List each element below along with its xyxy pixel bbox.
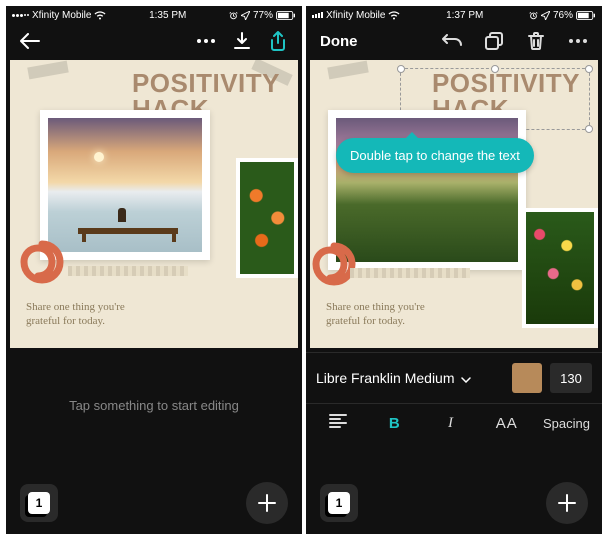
status-time: 1:35 PM [106,10,229,21]
more-button[interactable] [564,27,592,55]
headline-line1: POSITIVITY [132,70,280,96]
signal-bars-icon [312,12,323,18]
status-left: Xfinity Mobile [12,10,106,21]
resize-handle[interactable] [397,65,405,73]
text-color-swatch[interactable] [512,363,542,393]
status-time: 1:37 PM [400,10,529,21]
download-button[interactable] [228,27,256,55]
battery-icon [276,11,296,20]
carrier-label: Xfinity Mobile [32,10,91,21]
location-icon [241,11,250,20]
edit-tooltip: Double tap to change the text [336,138,534,173]
font-size-input[interactable]: 130 [550,363,592,393]
tape-decoration [327,61,368,80]
done-button[interactable]: Done [316,31,362,52]
editor-hint: Tap something to start editing [6,398,302,413]
back-button[interactable] [16,27,44,55]
wifi-icon [94,11,106,20]
torn-paper-decoration [68,266,188,276]
tape-decoration [27,61,68,80]
italic-button[interactable]: I [431,415,471,432]
canvas-area[interactable]: POSITIVITY HACK Share one thing you're g… [6,58,302,350]
app-bar [6,24,302,58]
location-icon [541,11,550,20]
design-canvas[interactable]: POSITIVITY HACK Double tap to change the… [310,60,598,348]
bottom-dock: 1 [306,482,602,524]
caption-line2: grateful for today. [326,314,425,328]
pages-button[interactable]: 1 [320,484,358,522]
phone-right: Xfinity Mobile 1:37 PM 76% Done [306,6,602,534]
export-button[interactable] [264,27,292,55]
add-button[interactable] [246,482,288,524]
bottom-dock: 1 [6,482,302,524]
caption-line1: Share one thing you're [326,300,425,314]
flower-photo[interactable] [236,158,298,278]
phone-left: Xfinity Mobile 1:35 PM 77% [6,6,302,534]
battery-percent: 76% [553,10,573,21]
status-left: Xfinity Mobile [312,10,400,21]
canvas-area[interactable]: POSITIVITY HACK Double tap to change the… [306,58,602,350]
alarm-icon [229,11,238,20]
font-name-label: Libre Franklin Medium [316,370,455,386]
resize-handle[interactable] [585,125,593,133]
font-controls: Libre Franklin Medium 130 [306,352,602,404]
chevron-down-icon [461,370,471,386]
design-canvas[interactable]: POSITIVITY HACK Share one thing you're g… [10,60,298,348]
font-picker[interactable]: Libre Franklin Medium [316,370,504,386]
caption-text[interactable]: Share one thing you're grateful for toda… [26,300,125,328]
status-bar: Xfinity Mobile 1:35 PM 77% [6,6,302,24]
squiggle-decoration [310,240,358,288]
text-format-tools: B I AA Spacing [306,404,602,442]
caption-text[interactable]: Share one thing you're grateful for toda… [326,300,425,328]
page-count: 1 [328,492,350,514]
uppercase-button[interactable]: AA [487,415,527,432]
more-button[interactable] [192,27,220,55]
wifi-icon [388,11,400,20]
alarm-icon [529,11,538,20]
resize-handle[interactable] [491,65,499,73]
battery-icon [576,11,596,20]
status-bar: Xfinity Mobile 1:37 PM 76% [306,6,602,24]
pages-button[interactable]: 1 [20,484,58,522]
caption-line1: Share one thing you're [26,300,125,314]
signal-dots [12,14,29,17]
bold-button[interactable]: B [374,415,414,432]
align-button[interactable] [318,414,358,432]
torn-paper-decoration [350,268,470,278]
status-right: 76% [529,10,596,21]
page-count: 1 [28,492,50,514]
squiggle-decoration [18,238,66,286]
app-bar: Done [306,24,602,58]
undo-button[interactable] [438,27,466,55]
resize-handle[interactable] [585,65,593,73]
flower-photo[interactable] [522,208,598,328]
caption-line2: grateful for today. [26,314,125,328]
delete-button[interactable] [522,27,550,55]
carrier-label: Xfinity Mobile [326,10,385,21]
duplicate-button[interactable] [480,27,508,55]
status-right: 77% [229,10,296,21]
battery-percent: 77% [253,10,273,21]
spacing-button[interactable]: Spacing [543,416,590,431]
add-button[interactable] [546,482,588,524]
